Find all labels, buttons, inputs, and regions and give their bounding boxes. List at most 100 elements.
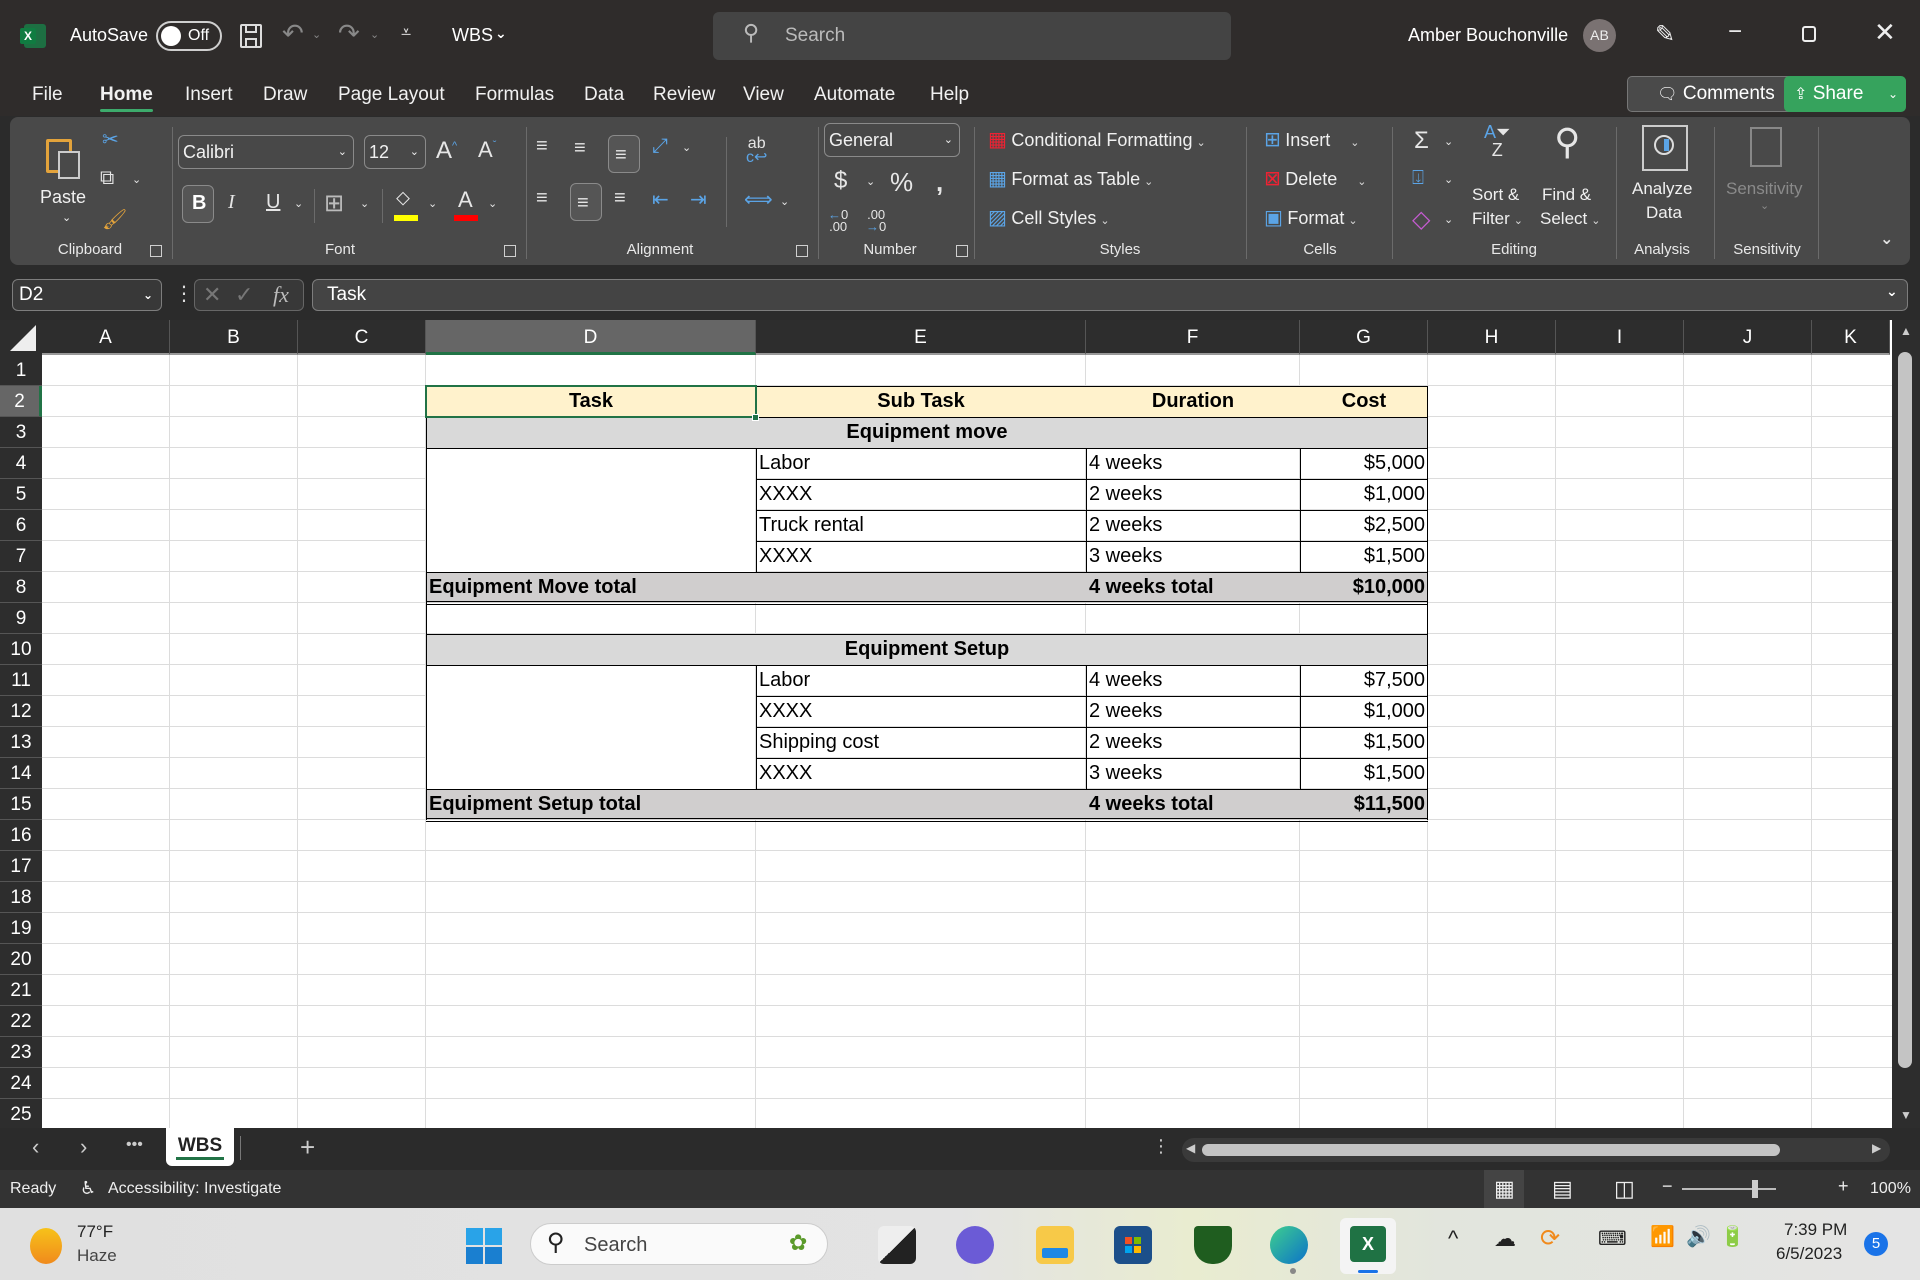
page-break-view-icon[interactable]: ◫ [1614,1176,1635,1202]
customize-toolbar-icon[interactable]: ⩡ [401,22,411,43]
minimize-icon[interactable]: − [1728,18,1742,46]
subtask-cell[interactable]: Labor [756,448,813,478]
format-as-table-button[interactable]: ▦ Format as Table ⌄ [988,166,1153,191]
filename[interactable]: WBS [452,25,493,46]
row-header-10[interactable]: 10 [0,634,42,665]
insert-function-icon[interactable]: fx [273,282,289,308]
row-header-24[interactable]: 24 [0,1068,42,1099]
increase-indent-icon[interactable]: ⇥ [690,187,707,212]
borders-dropdown-icon[interactable]: ⌄ [360,197,369,210]
row-header-25[interactable]: 25 [0,1099,42,1128]
tab-data[interactable]: Data [584,84,624,106]
show-hidden-icons-icon[interactable]: ^ [1448,1226,1458,1252]
tab-view[interactable]: View [743,84,784,106]
subtask-cell[interactable]: Truck rental [756,510,867,540]
pen-icon[interactable]: ✎ [1655,20,1675,49]
cost-cell[interactable]: $1,500 [1300,758,1428,788]
section-title[interactable]: Equipment move [426,417,1428,447]
clipboard-launcher-icon[interactable] [150,245,162,257]
teams-chat-icon[interactable] [956,1226,994,1264]
scroll-right-icon[interactable]: ▶ [1872,1141,1881,1155]
header-duration[interactable]: Duration [1086,386,1300,416]
font-size-select[interactable]: 12 ⌄ [364,135,426,169]
analyze-data-button[interactable]: Analyze Data [1628,123,1698,233]
redo-icon[interactable]: ↷ [338,18,360,49]
weather-temp[interactable]: 77°F [77,1222,113,1242]
orientation-dropdown-icon[interactable]: ⌄ [682,141,691,154]
subtask-cell[interactable]: Shipping cost [756,727,882,757]
normal-view-button[interactable]: ▦ [1484,1170,1524,1208]
taskbar-search[interactable]: ⚲ Search ✿ [530,1223,828,1265]
copy-icon[interactable]: ⧉ [100,167,114,190]
row-header-3[interactable]: 3 [0,417,42,448]
name-box[interactable]: D2 ⌄ [12,279,162,311]
autosum-icon[interactable]: Σ [1414,127,1429,155]
excel-taskbar-button[interactable]: X [1340,1218,1396,1274]
row-header-14[interactable]: 14 [0,758,42,789]
row-header-5[interactable]: 5 [0,479,42,510]
scroll-down-icon[interactable]: ▼ [1900,1108,1912,1122]
weather-desc[interactable]: Haze [77,1246,117,1266]
clock-time[interactable]: 7:39 PM [1784,1220,1847,1240]
find-select-button[interactable]: ⚲ Find & Select ⌄ [1538,121,1602,233]
clear-icon[interactable]: ◇ [1412,205,1430,234]
row-header-4[interactable]: 4 [0,448,42,479]
orientation-icon[interactable]: ⤢ [652,135,668,158]
scroll-up-icon[interactable]: ▲ [1900,324,1912,338]
column-header-f[interactable]: F [1086,320,1300,355]
duration-cell[interactable]: 4 weeks [1086,448,1165,478]
comma-style-icon[interactable]: , [936,167,943,198]
row-header-18[interactable]: 18 [0,882,42,913]
more-sheets-icon[interactable]: ••• [126,1136,143,1154]
avatar[interactable]: AB [1583,19,1616,52]
split-handle-icon[interactable]: ⋮ [1152,1136,1170,1157]
column-header-a[interactable]: A [42,320,170,355]
column-header-j[interactable]: J [1684,320,1812,355]
shield-app-icon[interactable] [1194,1226,1232,1264]
duration-cell[interactable]: 2 weeks [1086,696,1165,726]
format-cells-button[interactable]: ▣ Format ⌄ [1264,205,1358,230]
conditional-formatting-button[interactable]: ▦ Conditional Formatting ⌄ [988,127,1206,152]
total-cost[interactable]: $11,500 [1300,789,1428,819]
decrease-indent-icon[interactable]: ⇤ [652,187,669,212]
wifi-icon[interactable]: 📶 [1650,1224,1675,1249]
subtask-cell[interactable]: XXXX [756,479,815,509]
decrease-decimal-icon[interactable]: .00 →0 [866,208,886,233]
fill-down-icon[interactable]: ⍗ [1412,167,1424,190]
page-layout-view-icon[interactable]: ▤ [1552,1176,1573,1202]
row-header-7[interactable]: 7 [0,541,42,572]
row-header-11[interactable]: 11 [0,665,42,696]
total-cost[interactable]: $10,000 [1300,572,1428,602]
borders-icon[interactable]: ⊞ [324,189,344,218]
tab-page-layout[interactable]: Page Layout [338,84,445,106]
volume-icon[interactable]: 🔊 [1686,1224,1711,1249]
duration-cell[interactable]: 2 weeks [1086,727,1165,757]
underline-icon[interactable]: U [266,191,280,214]
merge-dropdown-icon[interactable]: ⌄ [780,195,789,208]
column-header-k[interactable]: K [1812,320,1890,355]
save-icon[interactable] [240,24,262,48]
paste-button[interactable]: Paste ⌄ [40,127,100,237]
undo-dropdown-icon[interactable]: ⌄ [312,28,321,41]
tab-insert[interactable]: Insert [185,84,233,106]
row-header-23[interactable]: 23 [0,1037,42,1068]
fill-color-dropdown-icon[interactable]: ⌄ [428,197,437,210]
clock-date[interactable]: 6/5/2023 [1776,1244,1842,1264]
share-button[interactable]: ⇪ Share ⌄ [1784,76,1906,112]
row-header-22[interactable]: 22 [0,1006,42,1037]
add-sheet-icon[interactable]: + [300,1132,315,1163]
accessibility-icon[interactable]: ♿ [80,1178,96,1199]
share-dropdown-icon[interactable]: ⌄ [1880,76,1906,112]
scroll-left-icon[interactable]: ◀ [1186,1141,1195,1155]
cost-cell[interactable]: $5,000 [1300,448,1428,478]
header-cost[interactable]: Cost [1300,386,1428,416]
row-header-9[interactable]: 9 [0,603,42,634]
column-header-b[interactable]: B [170,320,298,355]
cost-cell[interactable]: $1,500 [1300,727,1428,757]
accessibility-status[interactable]: Accessibility: Investigate [108,1180,281,1198]
total-label[interactable]: Equipment Setup total [426,789,644,819]
sheet-tab-wbs[interactable]: WBS [166,1128,234,1166]
insert-cells-button[interactable]: ⊞ Insert ⌄ [1264,127,1359,152]
total-label[interactable]: Equipment Move total [426,572,640,602]
copy-dropdown-icon[interactable]: ⌄ [132,173,141,186]
